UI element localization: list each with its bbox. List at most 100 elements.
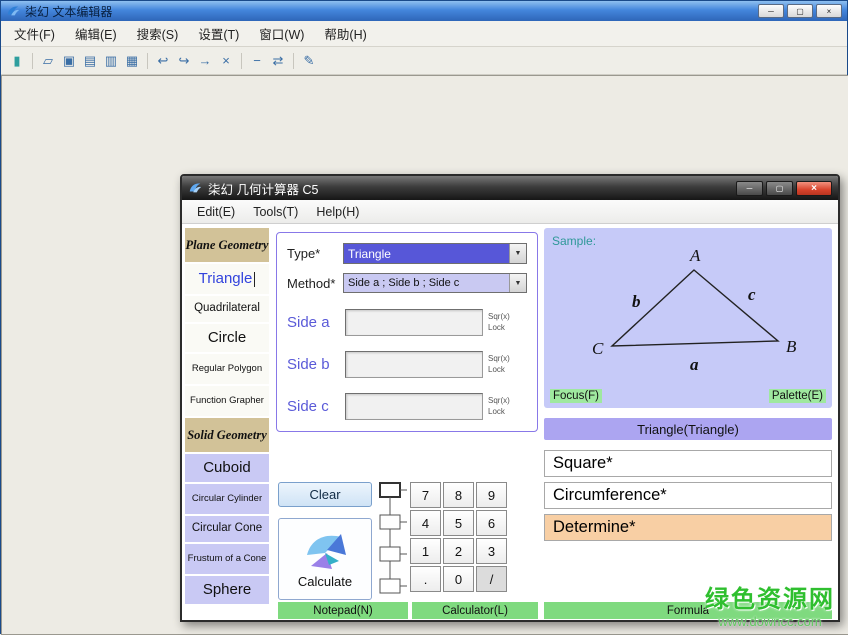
edit-icon[interactable]: ✎ <box>300 52 318 70</box>
sidebar-item-sphere[interactable]: Sphere <box>185 576 269 604</box>
dialog-menu-help[interactable]: Help(H) <box>309 203 366 221</box>
toolbar-separator <box>32 53 33 69</box>
toolbar-separator <box>147 53 148 69</box>
lock-toggle[interactable]: Lock <box>488 323 510 333</box>
swap-icon[interactable]: ⇄ <box>269 52 287 70</box>
dropdown-arrow-icon[interactable]: ▼ <box>509 244 526 263</box>
numkey-dot[interactable]: . <box>410 566 441 592</box>
goto-icon[interactable]: → <box>196 52 214 70</box>
results-header: Triangle(Triangle) <box>544 418 832 440</box>
sqr-toggle[interactable]: Sqr(x) <box>488 312 510 322</box>
side-b-input[interactable] <box>345 351 483 378</box>
dropdown-arrow-icon[interactable]: ▼ <box>509 274 526 292</box>
dialog-titlebar: 柒幻 几何计算器 C5 ─ ▢ × <box>182 176 838 200</box>
delete-icon[interactable]: × <box>217 52 235 70</box>
side-a-label: Side a <box>287 314 345 331</box>
menu-window[interactable]: 窗口(W) <box>250 21 313 46</box>
tab-notepad[interactable]: Notepad(N) <box>278 602 408 619</box>
menu-edit[interactable]: 编辑(E) <box>66 21 126 46</box>
calculate-button[interactable]: Calculate <box>278 518 372 600</box>
menu-settings[interactable]: 设置(T) <box>189 21 248 46</box>
save-icon[interactable]: ▣ <box>60 52 78 70</box>
insert-line-icon[interactable]: − <box>248 52 266 70</box>
side-c-input[interactable] <box>345 393 483 420</box>
dialog-minimize-button[interactable]: ─ <box>736 181 763 196</box>
dialog-close-button[interactable]: × <box>796 181 832 196</box>
menu-help[interactable]: 帮助(H) <box>315 21 375 46</box>
method-label: Method* <box>287 276 343 291</box>
sidebar-item-quadrilateral[interactable]: Quadrilateral <box>185 296 269 322</box>
numkey-8[interactable]: 8 <box>443 482 474 508</box>
lock-toggle[interactable]: Lock <box>488 407 510 417</box>
print-icon[interactable]: ▦ <box>123 52 141 70</box>
result-row-circumference[interactable]: Circumference* <box>544 482 832 509</box>
open-file-icon[interactable]: ▱ <box>39 52 57 70</box>
numkey-5[interactable]: 5 <box>443 510 474 536</box>
numkey-3[interactable]: 3 <box>476 538 507 564</box>
lock-toggle[interactable]: Lock <box>488 365 510 375</box>
palette-button[interactable]: Palette(E) <box>769 389 826 403</box>
triangle-sample-figure: A b c C a B <box>572 244 804 380</box>
close-file-icon[interactable]: ▥ <box>102 52 120 70</box>
new-file-icon[interactable]: ▮ <box>8 52 26 70</box>
numkey-4[interactable]: 4 <box>410 510 441 536</box>
editor-area[interactable]: 柒幻 几何计算器 C5 ─ ▢ × Edit(E) Tools(T) Help(… <box>1 75 848 635</box>
sqr-toggle[interactable]: Sqr(x) <box>488 396 510 406</box>
calculate-logo-icon <box>301 529 349 571</box>
numkey-9[interactable]: 9 <box>476 482 507 508</box>
save-as-icon[interactable]: ▤ <box>81 52 99 70</box>
numkey-1[interactable]: 1 <box>410 538 441 564</box>
dialog-body: Plane Geometry Triangle Quadrilateral Ci… <box>182 224 838 620</box>
side-a-input[interactable] <box>345 309 483 336</box>
sidebar-header-plane-geometry: Plane Geometry <box>185 228 269 262</box>
focus-button[interactable]: Focus(F) <box>550 389 602 403</box>
tab-calculator[interactable]: Calculator(L) <box>412 602 538 619</box>
category-sidebar: Plane Geometry Triangle Quadrilateral Ci… <box>185 228 269 604</box>
numkey-slash[interactable]: / <box>476 566 507 592</box>
menu-search[interactable]: 搜索(S) <box>128 21 188 46</box>
sidebar-item-circle[interactable]: Circle <box>185 324 269 352</box>
dialog-menu-edit[interactable]: Edit(E) <box>190 203 242 221</box>
app-logo-icon <box>6 4 20 18</box>
tab-formula[interactable]: Formula <box>544 602 832 619</box>
close-button[interactable]: × <box>816 4 842 18</box>
expression-tree-diagram[interactable] <box>378 482 408 600</box>
vertex-b-label: B <box>786 337 797 356</box>
calculate-label: Calculate <box>298 574 352 589</box>
result-row-determine[interactable]: Determine* <box>544 514 832 541</box>
type-select[interactable]: Triangle ▼ <box>343 243 527 264</box>
side-b-options: Sqr(x) Lock <box>488 354 510 375</box>
side-c-label: Side c <box>287 398 345 415</box>
minimize-icon: ─ <box>747 184 753 193</box>
menu-file[interactable]: 文件(F) <box>5 21 64 46</box>
sidebar-item-circular-cone[interactable]: Circular Cone <box>185 516 269 542</box>
window-title: 柒幻 文本编辑器 <box>25 3 112 20</box>
result-row-square[interactable]: Square* <box>544 450 832 477</box>
clear-button[interactable]: Clear <box>278 482 372 507</box>
numkey-7[interactable]: 7 <box>410 482 441 508</box>
type-label: Type* <box>287 246 343 261</box>
side-c-options: Sqr(x) Lock <box>488 396 510 417</box>
numkey-0[interactable]: 0 <box>443 566 474 592</box>
numkey-2[interactable]: 2 <box>443 538 474 564</box>
window-titlebar: 柒幻 文本编辑器 ─ ▢ × <box>1 1 847 21</box>
vertex-c-label: C <box>592 339 604 358</box>
sidebar-item-regular-polygon[interactable]: Regular Polygon <box>185 354 269 384</box>
sidebar-item-triangle[interactable]: Triangle <box>185 264 269 294</box>
dialog-logo-icon <box>188 181 202 195</box>
menubar: 文件(F) 编辑(E) 搜索(S) 设置(T) 窗口(W) 帮助(H) <box>1 21 847 47</box>
maximize-button[interactable]: ▢ <box>787 4 813 18</box>
method-select[interactable]: Side a ; Side b ; Side c ▼ <box>343 273 527 293</box>
minimize-button[interactable]: ─ <box>758 4 784 18</box>
sidebar-item-function-grapher[interactable]: Function Grapher <box>185 386 269 416</box>
dialog-maximize-button[interactable]: ▢ <box>766 181 793 196</box>
undo-icon[interactable]: ↩ <box>154 52 172 70</box>
sidebar-item-circular-cylinder[interactable]: Circular Cylinder <box>185 484 269 514</box>
dialog-menu-tools[interactable]: Tools(T) <box>246 203 305 221</box>
sqr-toggle[interactable]: Sqr(x) <box>488 354 510 364</box>
numpad: 7 8 9 4 5 6 1 2 3 . 0 / <box>410 482 507 592</box>
sidebar-item-cuboid[interactable]: Cuboid <box>185 454 269 482</box>
sidebar-item-frustum-of-a-cone[interactable]: Frustum of a Cone <box>185 544 269 574</box>
redo-icon[interactable]: ↪ <box>175 52 193 70</box>
numkey-6[interactable]: 6 <box>476 510 507 536</box>
